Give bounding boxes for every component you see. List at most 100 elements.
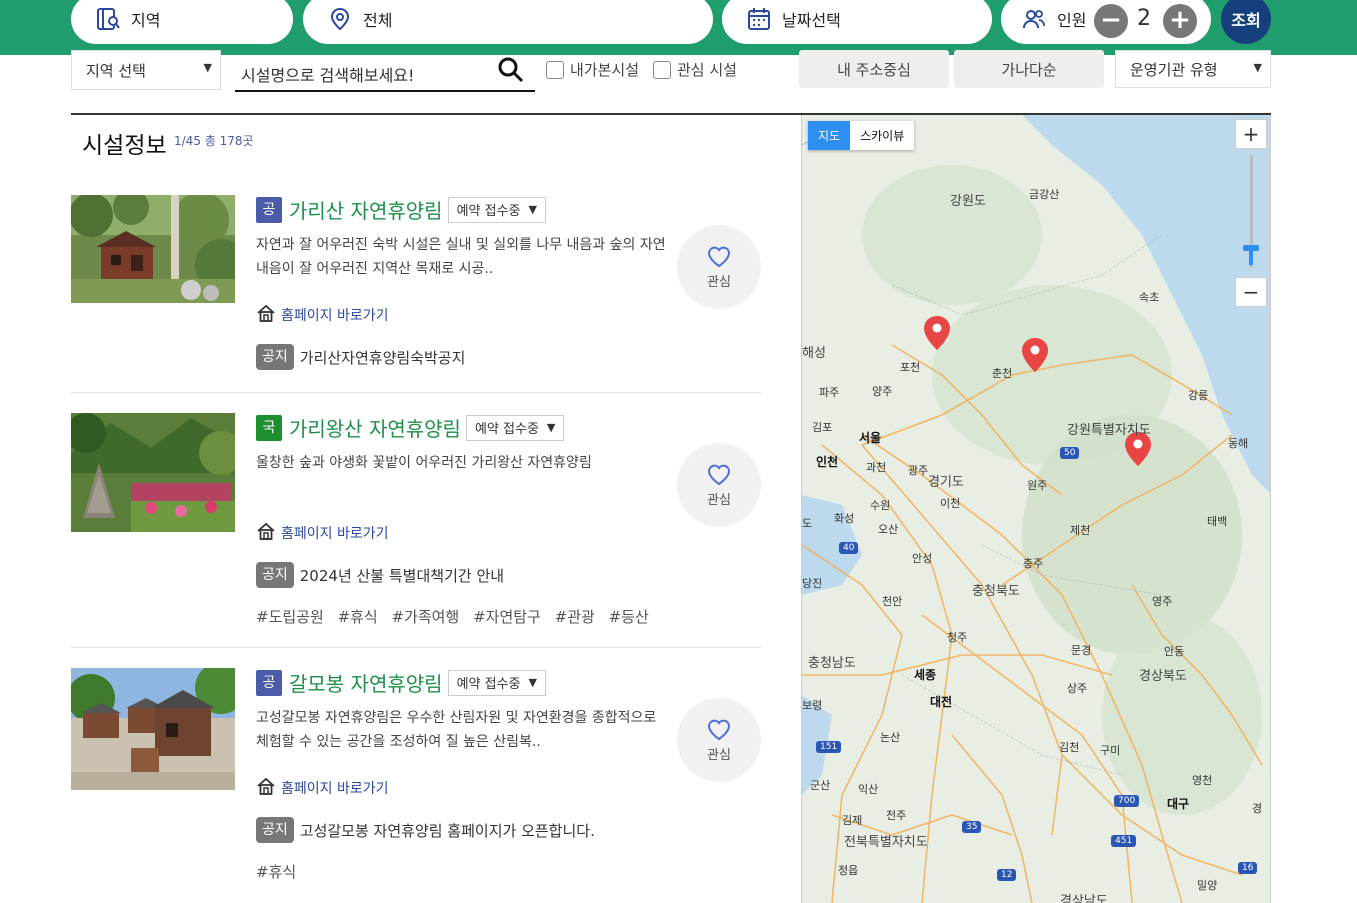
people-minus-button[interactable]: − [1094, 4, 1128, 38]
status-label: 예약 접수중 [474, 422, 539, 437]
homepage-label: 홈페이지 바로가기 [281, 308, 389, 324]
map-label: 군산 [810, 779, 831, 792]
favorite-label: 관심 [707, 748, 731, 763]
hashtag[interactable]: #휴식 [338, 608, 378, 626]
favorite-button[interactable]: 관심 [677, 443, 761, 527]
notice-tag: 공지 [256, 562, 294, 588]
homepage-link[interactable]: 홈페이지 바로가기 [256, 776, 389, 800]
map-label: 익산 [858, 783, 879, 796]
heart-icon [707, 464, 731, 486]
map-label: 천안 [882, 595, 903, 608]
reservation-status-dropdown[interactable]: 예약 접수중 ▼ [465, 414, 565, 441]
people-plus-button[interactable]: + [1163, 4, 1197, 38]
favorite-button[interactable]: 관심 [677, 698, 761, 782]
location-pin-icon [327, 6, 353, 32]
route-shield: 35 [962, 821, 982, 833]
map-label: 전북특별자치도 [844, 835, 928, 850]
date-pill[interactable]: 날짜선택 [722, 0, 992, 44]
card-separator [71, 392, 761, 393]
notice-row[interactable]: 공지 고성갈모봉 자연휴양림 홈페이지가 오픈합니다. [256, 817, 595, 843]
facility-name-link[interactable]: 갈모봉 자연휴양림 [289, 668, 443, 697]
reservation-status-dropdown[interactable]: 예약 접수중 ▼ [447, 196, 546, 223]
list-title: 시설정보 [82, 133, 167, 159]
favorite-label: 관심 [707, 493, 731, 508]
zoom-out-button[interactable]: − [1235, 277, 1267, 307]
org-type-select[interactable]: 운영기관 유형 ▼ [1115, 50, 1271, 88]
hashtag[interactable]: #자연탐구 [473, 608, 541, 626]
notice-text: 가리산자연휴양림숙박공지 [299, 348, 466, 367]
type-label: 전체 [363, 11, 393, 30]
map-label: 춘천 [992, 367, 1013, 380]
people-label: 인원 [1057, 11, 1087, 30]
map-label: 광주 [908, 464, 929, 477]
map-label: 경기도 [928, 475, 964, 490]
visited-label: 내가본시설 [570, 61, 640, 79]
facility-name-link[interactable]: 가리산 자연휴양림 [289, 195, 443, 224]
route-shield: 700 [1114, 795, 1140, 807]
map-type-map-button[interactable]: 지도 [808, 121, 851, 150]
facility-name-link[interactable]: 가리왕산 자연휴양림 [289, 413, 461, 442]
notice-tag: 공지 [256, 344, 294, 370]
map-label: 영주 [1152, 595, 1173, 608]
map-marker-pin-icon[interactable] [922, 315, 952, 351]
search-submit-button[interactable]: 조회 [1221, 0, 1271, 44]
facility-search-input[interactable]: 시설명으로 검색해보세요! [235, 50, 535, 92]
map-label: 문경 [1071, 644, 1092, 657]
zoom-in-button[interactable]: + [1235, 119, 1267, 149]
hashtag[interactable]: #관광 [555, 608, 595, 626]
notice-row[interactable]: 공지 2024년 산불 특별대책기간 안내 [256, 562, 504, 588]
favorite-button[interactable]: 관심 [677, 225, 761, 309]
facility-thumbnail[interactable] [71, 195, 235, 303]
list-count: 1/45 총 178곳 [174, 134, 254, 148]
homepage-link[interactable]: 홈페이지 바로가기 [256, 521, 389, 545]
map-label: 김천 [1059, 741, 1080, 754]
facility-name-row: 공 가리산 자연휴양림 예약 접수중 ▼ [256, 195, 546, 224]
homepage-label: 홈페이지 바로가기 [281, 526, 389, 542]
favorite-facility-checkbox[interactable]: 관심 시설 [653, 59, 737, 80]
map-marker-pin-icon[interactable] [1020, 337, 1050, 373]
map-label: 도 [802, 517, 813, 530]
zoom-control: + − [1235, 119, 1269, 307]
type-pill[interactable]: 전체 [303, 0, 713, 44]
reservation-status-dropdown[interactable]: 예약 접수중 ▼ [447, 669, 546, 696]
map-label: 전주 [886, 809, 907, 822]
map-label: 논산 [880, 731, 901, 744]
hashtag[interactable]: #도립공원 [256, 608, 324, 626]
home-icon [256, 303, 276, 327]
map-label: 김포 [812, 421, 833, 434]
facility-thumbnail[interactable] [71, 668, 235, 790]
zoom-slider-handle-stem [1249, 249, 1253, 265]
search-placeholder: 시설명으로 검색해보세요! [241, 66, 415, 85]
sort-by-address-button[interactable]: 내 주소중심 [799, 50, 949, 88]
map-type-sky-button[interactable]: 스카이뷰 [850, 121, 915, 150]
map-label: 안동 [1164, 645, 1185, 658]
calendar-icon [746, 6, 772, 32]
map-label: 구미 [1100, 744, 1121, 757]
checkbox-box[interactable] [546, 60, 564, 79]
search-icon[interactable] [497, 56, 525, 88]
checkbox-box[interactable] [653, 60, 671, 79]
hashtag[interactable]: #등산 [609, 608, 649, 626]
people-icon [1021, 6, 1047, 32]
facility-map[interactable]: 지도 스카이뷰 + − 강원도 금강산 속초 해성 포천 춘천 파주 양주 강릉… [801, 115, 1271, 903]
home-icon [256, 521, 276, 545]
facility-thumbnail[interactable] [71, 413, 235, 532]
national-badge: 국 [256, 414, 282, 441]
region-select[interactable]: 지역 선택 ▼ [71, 50, 221, 90]
notice-text: 고성갈모봉 자연휴양림 홈페이지가 오픈합니다. [299, 821, 595, 840]
map-label: 과천 [866, 461, 887, 474]
map-label: 포천 [900, 361, 921, 374]
hashtag[interactable]: #휴식 [256, 863, 296, 881]
hashtag[interactable]: #가족여행 [392, 608, 460, 626]
region-select-value: 지역 선택 [86, 61, 146, 80]
route-shield: 40 [839, 542, 859, 554]
org-select-value: 운영기관 유형 [1130, 60, 1218, 79]
homepage-link[interactable]: 홈페이지 바로가기 [256, 303, 389, 327]
visited-facility-checkbox[interactable]: 내가본시설 [546, 59, 639, 80]
caret-down-icon: ▼ [528, 676, 537, 689]
region-pill[interactable]: 지역 [71, 0, 293, 44]
sort-alphabetical-button[interactable]: 가나다순 [954, 50, 1104, 88]
homepage-label: 홈페이지 바로가기 [281, 781, 389, 797]
chevron-down-icon: ▼ [203, 61, 212, 74]
notice-row[interactable]: 공지 가리산자연휴양림숙박공지 [256, 344, 465, 370]
